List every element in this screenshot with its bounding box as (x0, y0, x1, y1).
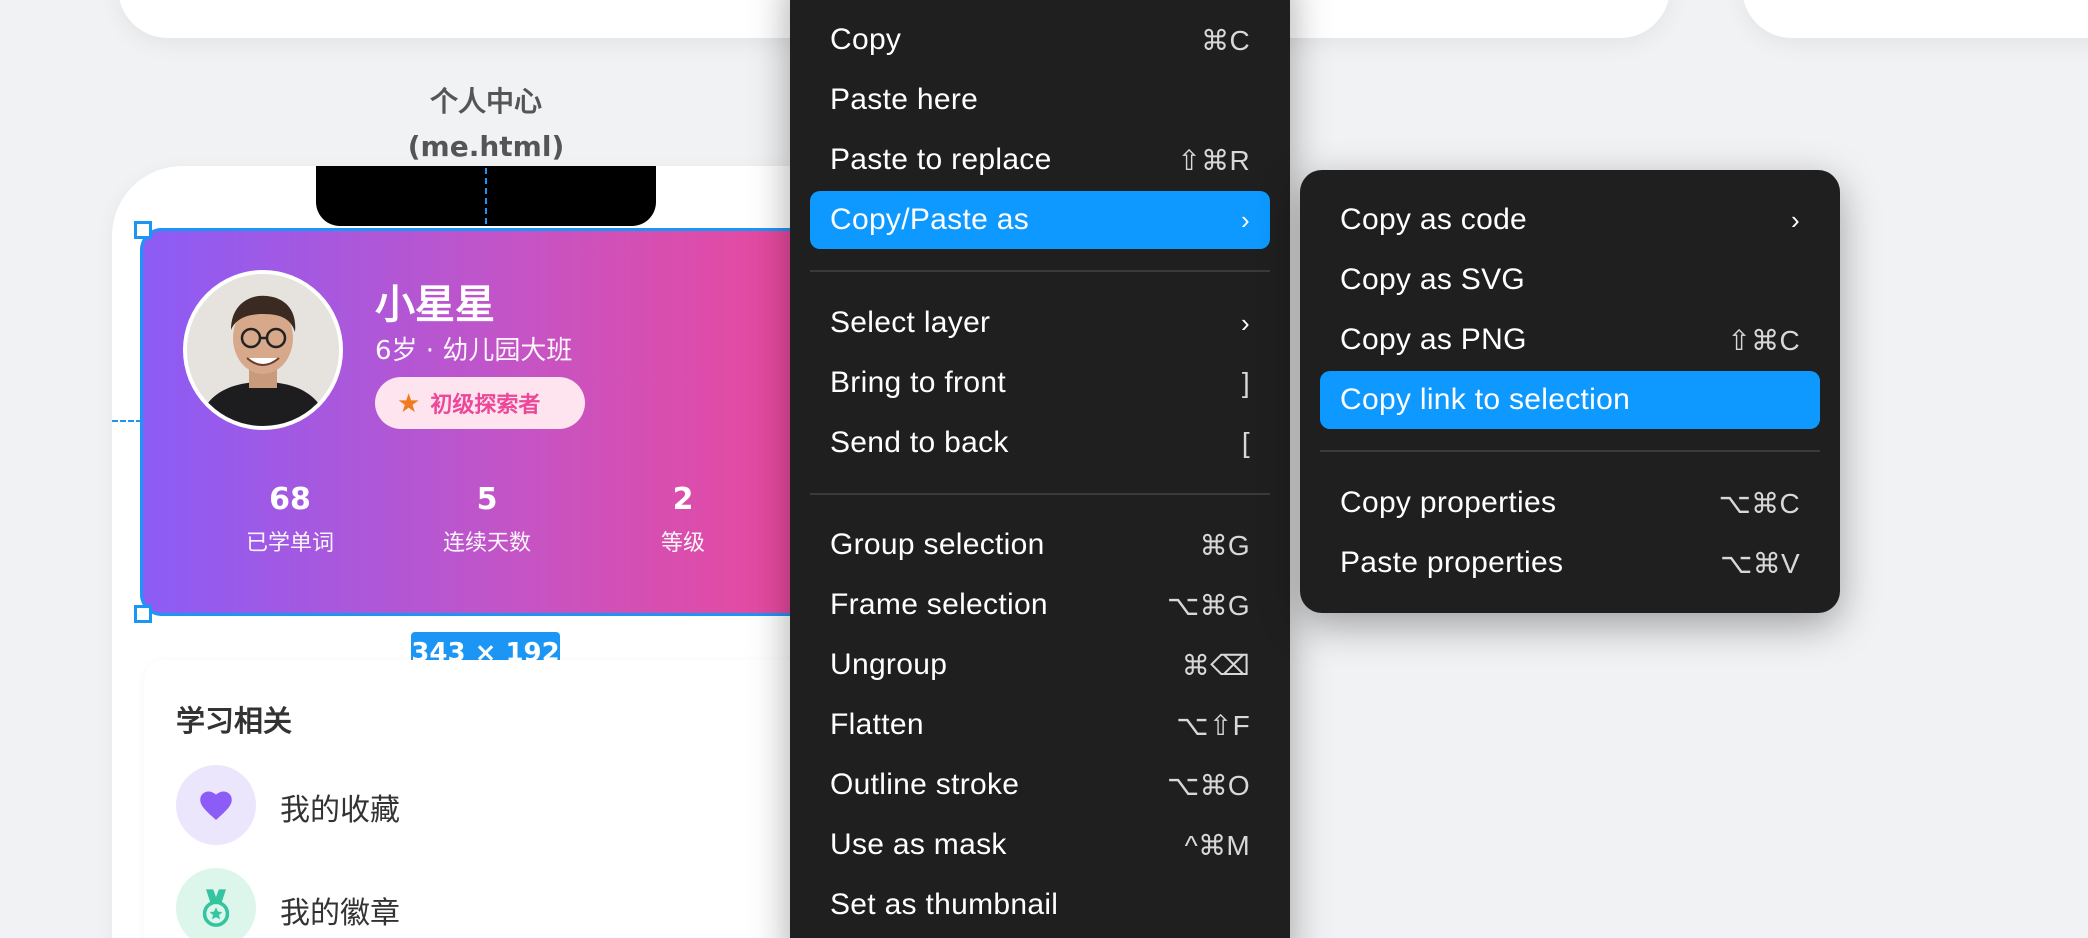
menu-item-label: Copy properties (1340, 486, 1557, 519)
frame-filename: (me.html) (407, 130, 565, 163)
stat-label: 连续天数 (442, 531, 531, 556)
menu-item-label: Copy link to selection (1340, 383, 1631, 416)
list-item-label: 我的徽章 (280, 896, 400, 931)
menu-item-paste-to-replace[interactable]: Paste to replace ⇧⌘R (810, 131, 1270, 189)
stat-value: 5 (476, 482, 498, 517)
menu-item-label: Use as mask (830, 828, 1007, 861)
spacing-guide-horizontal (112, 420, 142, 422)
list-item-label: 我的收藏 (280, 793, 400, 828)
menu-item-label: Paste properties (1340, 546, 1564, 579)
menu-item-label: Select layer (830, 306, 991, 339)
menu-item-label: Flatten (830, 708, 924, 741)
submenu-item-copy-as-code[interactable]: Copy as code › (1320, 191, 1820, 249)
menu-item-bring-to-front[interactable]: Bring to front ] (810, 354, 1270, 412)
menu-item-frame-selection[interactable]: Frame selection ⌥⌘G (810, 576, 1270, 634)
menu-item-outline-stroke[interactable]: Outline stroke ⌥⌘O (810, 756, 1270, 814)
menu-item-copy-paste-as[interactable]: Copy/Paste as › (810, 191, 1270, 249)
menu-divider (1320, 450, 1820, 452)
menu-item-flatten[interactable]: Flatten ⌥⇧F (810, 696, 1270, 754)
menu-item-label: Paste here (830, 83, 979, 116)
submenu-item-copy-link-to-selection[interactable]: Copy link to selection (1320, 371, 1820, 429)
menu-divider (810, 270, 1270, 272)
avatar (183, 270, 343, 430)
menu-item-label: Paste to replace (830, 143, 1052, 176)
medal-icon (176, 868, 256, 938)
menu-item-shortcut: ⌥⌘V (1720, 547, 1800, 579)
stat-words: 68 已学单词 (190, 482, 390, 557)
menu-divider (810, 493, 1270, 495)
resize-handle-bottom-left[interactable] (134, 605, 152, 623)
menu-item-group-selection[interactable]: Group selection ⌘G (810, 516, 1270, 574)
spacing-guide-vertical (485, 168, 487, 224)
chevron-right-icon: › (1241, 204, 1250, 235)
resize-handle-top-left[interactable] (134, 221, 152, 239)
menu-item-select-layer[interactable]: Select layer › (810, 294, 1270, 352)
user-subtitle: 6岁 · 幼儿园大班 (375, 336, 573, 366)
submenu-item-copy-as-png[interactable]: Copy as PNG ⇧⌘C (1320, 311, 1820, 369)
menu-item-send-to-back[interactable]: Send to back [ (810, 414, 1270, 472)
menu-item-shortcut: ⇧⌘R (1177, 144, 1250, 176)
menu-item-shortcut: ⌥⌘G (1167, 589, 1250, 621)
menu-item-label: Copy/Paste as (830, 203, 1030, 236)
menu-item-label: Copy as SVG (1340, 263, 1526, 296)
stat-label: 已学单词 (245, 531, 334, 556)
menu-item-shortcut: ^⌘M (1184, 829, 1250, 861)
menu-item-use-as-mask[interactable]: Use as mask ^⌘M (810, 816, 1270, 874)
menu-item-label: Bring to front (830, 366, 1006, 399)
menu-item-label: Group selection (830, 528, 1045, 561)
menu-item-shortcut: [ (1241, 427, 1250, 458)
canvas-frame-card (1742, 0, 2088, 38)
menu-item-set-as-thumbnail[interactable]: Set as thumbnail (810, 876, 1270, 934)
menu-item-label: Copy (830, 23, 902, 56)
list-item-favorites[interactable]: 我的收藏 (176, 765, 816, 845)
menu-item-shortcut: ⇧⌘C (1727, 324, 1800, 356)
stat-streak: 5 连续天数 (387, 482, 587, 557)
stat-value: 2 (672, 482, 694, 517)
chevron-right-icon: › (1791, 204, 1800, 235)
menu-item-label: Outline stroke (830, 768, 1020, 801)
level-badge-label: 初级探索者 (430, 393, 541, 418)
level-badge: ★ 初级探索者 (375, 377, 585, 429)
menu-item-copy[interactable]: Copy ⌘C (810, 11, 1270, 69)
menu-item-shortcut: ⌥⌘O (1167, 769, 1250, 801)
menu-item-label: Ungroup (830, 648, 948, 681)
menu-item-shortcut: ⌥⌘C (1718, 487, 1800, 519)
heart-icon (176, 765, 256, 845)
list-item-badges[interactable]: 我的徽章 (176, 868, 816, 938)
menu-item-shortcut: ⌘⌫ (1181, 649, 1250, 681)
chevron-right-icon: › (1241, 307, 1250, 338)
menu-item-label: Frame selection (830, 588, 1048, 621)
user-name: 小星星 (375, 282, 495, 328)
stat-value: 68 (269, 482, 311, 517)
menu-item-ungroup[interactable]: Ungroup ⌘⌫ (810, 636, 1270, 694)
menu-item-shortcut: ⌘G (1199, 529, 1250, 561)
stat-label: 等级 (660, 531, 705, 556)
menu-item-shortcut: ⌘C (1201, 24, 1250, 56)
copy-paste-as-submenu: Copy as code › Copy as SVG Copy as PNG ⇧… (1300, 170, 1840, 613)
menu-item-label: Set as thumbnail (830, 888, 1059, 921)
menu-item-label: Copy as code (1340, 203, 1528, 236)
menu-item-label: Send to back (830, 426, 1009, 459)
menu-item-shortcut: ⌥⇧F (1176, 709, 1250, 741)
stat-level: 2 等级 (583, 482, 783, 557)
menu-item-label: Copy as PNG (1340, 323, 1527, 356)
learning-section-title: 学习相关 (176, 704, 293, 738)
menu-item-shortcut: ] (1241, 367, 1250, 398)
frame-title: 个人中心 (429, 85, 542, 118)
star-icon: ★ (397, 388, 421, 418)
context-menu: Copy ⌘C Paste here Paste to replace ⇧⌘R … (790, 0, 1290, 938)
menu-item-paste-here[interactable]: Paste here (810, 71, 1270, 129)
submenu-item-copy-as-svg[interactable]: Copy as SVG (1320, 251, 1820, 309)
submenu-item-copy-properties[interactable]: Copy properties ⌥⌘C (1320, 474, 1820, 532)
submenu-item-paste-properties[interactable]: Paste properties ⌥⌘V (1320, 534, 1820, 592)
